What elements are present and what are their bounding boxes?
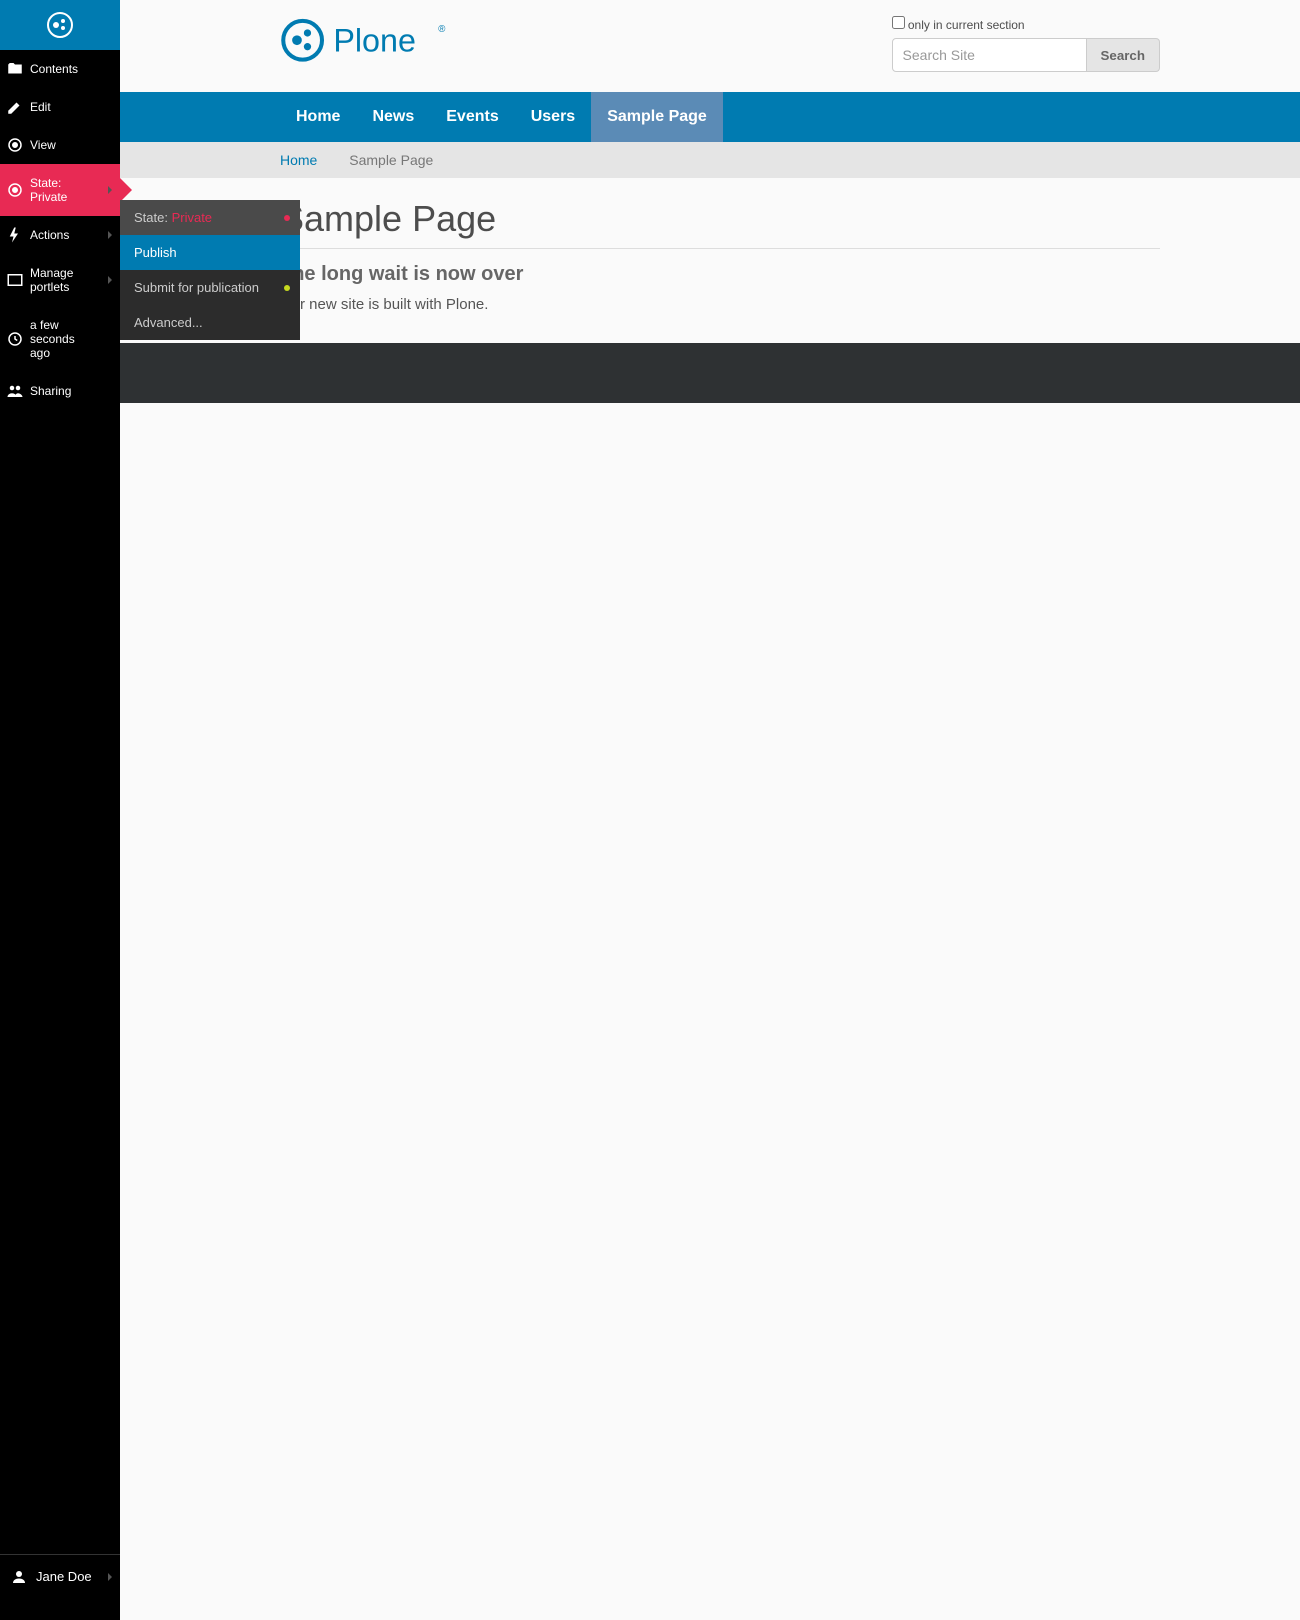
nav-label: Sample Page bbox=[607, 108, 707, 125]
flyout-item-submit[interactable]: Submit for publication bbox=[120, 270, 300, 305]
toolbar-item-history[interactable]: a few seconds ago bbox=[0, 306, 120, 372]
site-logo[interactable]: Plone ® bbox=[280, 16, 490, 67]
people-icon bbox=[6, 382, 24, 400]
plone-logo-icon bbox=[47, 12, 73, 38]
nav-item-sample-page[interactable]: Sample Page bbox=[591, 92, 723, 142]
nav-item-events[interactable]: Events bbox=[430, 92, 514, 142]
plone-toolbar: Contents Edit View State: Private bbox=[0, 0, 120, 1620]
state-flyout: State: Private Publish Submit for public… bbox=[120, 200, 300, 340]
toolbar-history-l3: ago bbox=[30, 346, 110, 360]
plone-logo-icon: Plone ® bbox=[280, 16, 490, 64]
flyout-header-value: Private bbox=[172, 210, 212, 225]
toolbar-item-edit[interactable]: Edit bbox=[0, 88, 120, 126]
toolbar-item-state[interactable]: State: Private bbox=[0, 164, 120, 216]
flyout-header: State: Private bbox=[120, 200, 300, 235]
breadcrumb-home[interactable]: Home bbox=[280, 152, 317, 168]
svg-text:®: ® bbox=[438, 24, 445, 35]
search-only-section-text: only in current section bbox=[908, 18, 1025, 32]
clock-icon bbox=[6, 330, 24, 348]
toolbar-history-l1: a few bbox=[30, 318, 110, 332]
toolbar-item-view[interactable]: View bbox=[0, 126, 120, 164]
nav-label: Users bbox=[531, 108, 575, 125]
lightning-icon bbox=[6, 226, 24, 244]
toolbar-state-label: State: bbox=[30, 176, 110, 190]
toolbar-state-value: Private bbox=[30, 190, 110, 204]
search-only-section-label[interactable]: only in current section bbox=[892, 16, 1160, 32]
toolbar-item-actions[interactable]: Actions bbox=[0, 216, 120, 254]
flyout-item-publish[interactable]: Publish bbox=[120, 235, 300, 270]
flyout-item-advanced[interactable]: Advanced... bbox=[120, 305, 300, 340]
toolbar-item-label: View bbox=[30, 138, 56, 152]
folder-icon bbox=[6, 60, 24, 78]
layout-icon bbox=[6, 271, 24, 289]
page-title: Sample Page bbox=[280, 198, 1160, 249]
pencil-icon bbox=[6, 98, 24, 116]
svg-text:Plone: Plone bbox=[333, 23, 416, 59]
global-nav: Home News Events Users Sample Page bbox=[120, 92, 1300, 142]
toolbar-logo[interactable] bbox=[0, 0, 120, 50]
flyout-item-label: Publish bbox=[134, 245, 177, 260]
nav-label: Home bbox=[296, 108, 340, 125]
search-area: only in current section Search bbox=[892, 16, 1160, 72]
nav-label: Events bbox=[446, 108, 498, 125]
eye-icon bbox=[6, 136, 24, 154]
flyout-item-label: Advanced... bbox=[134, 315, 203, 330]
toolbar-item-label: Actions bbox=[30, 228, 69, 242]
site-footer bbox=[120, 343, 1300, 403]
toolbar-item-label-bottom: portlets bbox=[30, 280, 110, 294]
portal-header: Plone ® only in current section Search bbox=[120, 0, 1300, 92]
toolbar-item-manage-portlets[interactable]: Manage portlets bbox=[0, 254, 120, 306]
toolbar-item-label: Edit bbox=[30, 100, 51, 114]
nav-item-news[interactable]: News bbox=[356, 92, 430, 142]
breadcrumb-current: Sample Page bbox=[349, 152, 433, 168]
lock-icon bbox=[6, 181, 24, 199]
nav-label: News bbox=[372, 108, 414, 125]
state-indicator-icon bbox=[284, 285, 290, 291]
toolbar-history-l2: seconds bbox=[30, 332, 110, 346]
state-indicator-icon bbox=[284, 215, 290, 221]
toolbar-item-label: Sharing bbox=[30, 384, 71, 398]
breadcrumb: Home Sample Page bbox=[120, 142, 1300, 178]
toolbar-user[interactable]: Jane Doe bbox=[0, 1554, 120, 1598]
user-icon bbox=[10, 1568, 28, 1586]
page-body: Our new site is built with Plone. bbox=[280, 296, 1160, 313]
search-input[interactable] bbox=[892, 38, 1087, 72]
toolbar-item-sharing[interactable]: Sharing bbox=[0, 372, 120, 410]
toolbar-user-label: Jane Doe bbox=[36, 1569, 92, 1584]
search-only-section-checkbox[interactable] bbox=[892, 16, 905, 29]
flyout-item-label: Submit for publication bbox=[134, 280, 259, 295]
nav-item-home[interactable]: Home bbox=[280, 92, 356, 142]
search-button[interactable]: Search bbox=[1087, 38, 1160, 72]
toolbar-item-label: Contents bbox=[30, 62, 78, 76]
flyout-header-prefix: State: bbox=[134, 210, 172, 225]
page-subtitle: The long wait is now over bbox=[280, 263, 1160, 286]
toolbar-item-contents[interactable]: Contents bbox=[0, 50, 120, 88]
toolbar-item-label-top: Manage bbox=[30, 266, 110, 280]
nav-item-users[interactable]: Users bbox=[515, 92, 591, 142]
